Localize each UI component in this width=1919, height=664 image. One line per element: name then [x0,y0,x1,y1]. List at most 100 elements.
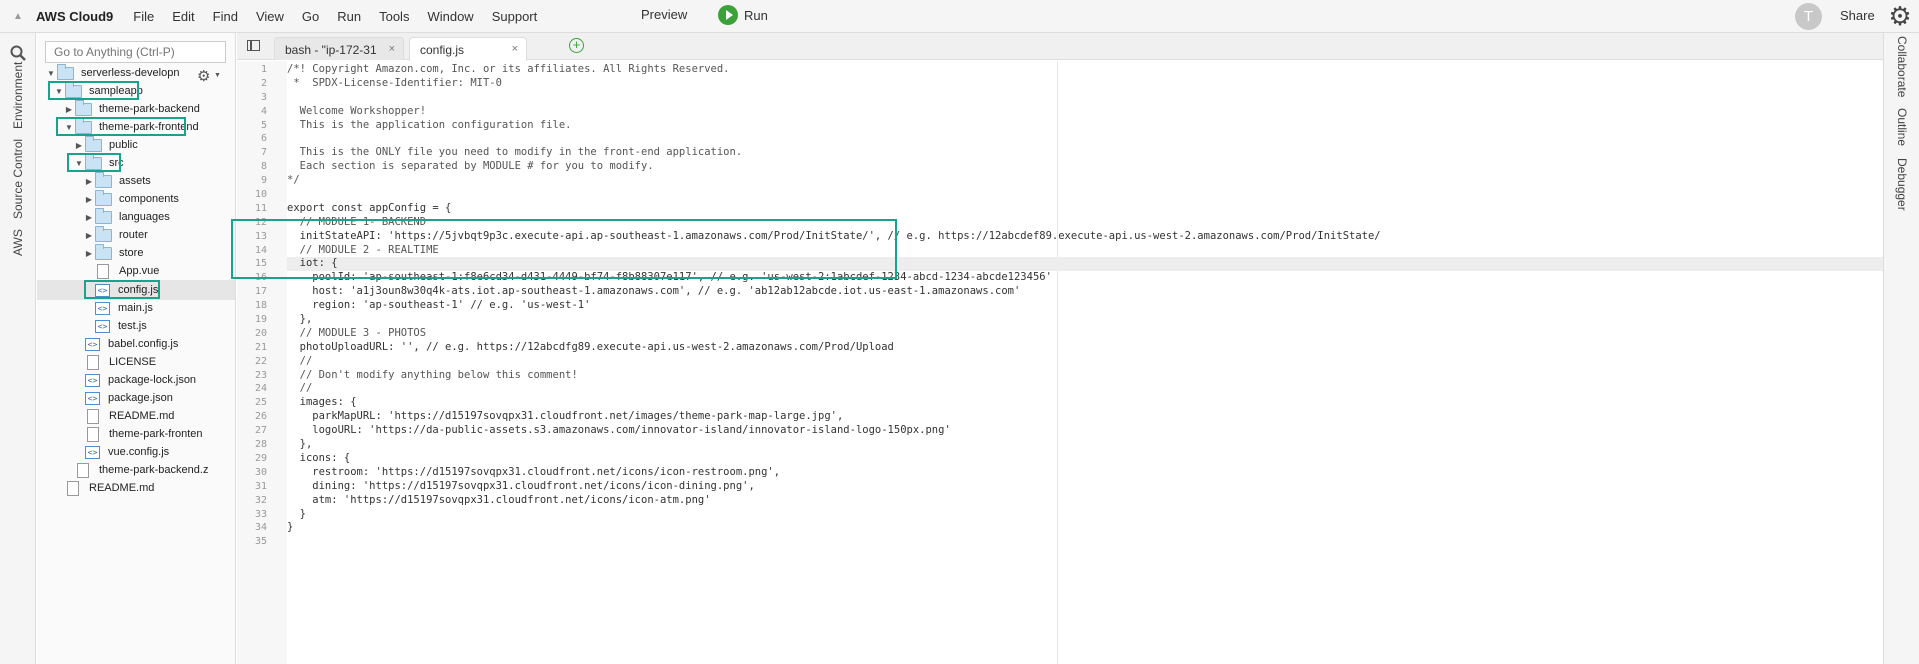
tab-bash-label: bash - "ip-172-31 [285,43,377,57]
tab-environment[interactable]: Environment [0,61,36,128]
menu-support[interactable]: Support [492,9,538,24]
chevron-right-icon[interactable]: ▶ [83,213,95,222]
menu-window[interactable]: Window [427,9,473,24]
highlight-box-theme-park-frontend [56,117,186,136]
menu-tools[interactable]: Tools [379,9,409,24]
tab-debugger[interactable]: Debugger [1884,158,1919,211]
chevron-down-icon[interactable]: ▼ [214,72,221,79]
chevron-right-icon[interactable]: ▶ [83,231,95,240]
tree-item-label: LICENSE [109,356,157,368]
tree-file[interactable]: theme-park-fronten [73,424,203,444]
menu-run[interactable]: Run [337,9,361,24]
code-line-text: // [287,382,313,395]
tree-file[interactable]: README.md [53,478,154,498]
chevron-right-icon[interactable]: ▶ [73,141,85,150]
line-number: 29 [254,452,267,464]
code-line-text: export const appConfig = { [287,201,452,214]
run-button[interactable]: Run [718,5,768,25]
tree-item-label: vue.config.js [108,446,170,458]
tree-file[interactable]: <> vue.config.js [73,442,169,462]
code-file-icon: <> [95,319,110,333]
menu-file[interactable]: File [133,9,154,24]
tree-file[interactable]: <> babel.config.js [73,334,178,354]
chevron-right-icon[interactable]: ▶ [63,105,75,114]
tab-config-js[interactable]: config.js × [409,37,527,61]
folder-icon [95,225,112,242]
line-number: 3 [260,91,267,103]
right-side-bar: Collaborate Outline Debugger [1883,33,1919,664]
code-line-text: icons: { [287,451,351,464]
tree-folder[interactable]: ▶ components [83,189,179,209]
code-file-icon: <> [85,391,100,405]
tree-folder[interactable]: ▶ store [83,243,143,263]
code-line-text: }, [287,313,313,326]
share-button[interactable]: Share [1840,8,1875,23]
tree-file[interactable]: <> package-lock.json [73,370,196,390]
tree-item-label: README.md [89,482,155,494]
highlight-box-iot-block [231,219,897,279]
avatar[interactable]: T [1795,3,1822,30]
tree-file[interactable]: README.md [73,406,174,426]
chevron-down-icon[interactable]: ▼ [45,69,57,78]
line-number: 22 [254,355,267,367]
tab-collaborate[interactable]: Collaborate [1884,36,1919,97]
tree-item-label: store [119,247,144,259]
line-number: 19 [254,314,267,326]
tree-file[interactable]: App.vue [83,261,159,281]
tree-folder[interactable]: ▶ languages [83,207,170,227]
file-tree-panel: ⚙ ▼ ▼serverless-developn▼sampleapp▶theme… [37,33,236,664]
brand-menu[interactable]: AWS Cloud9 [36,9,113,24]
preview-button[interactable]: Preview [641,7,687,22]
folder-icon [95,189,112,206]
file-icon [87,354,99,370]
tree-item-label: theme-park-backend [99,103,200,115]
menu-find[interactable]: Find [213,9,238,24]
preferences-gear-icon[interactable]: ⚙ [1886,2,1914,30]
close-icon[interactable]: × [389,43,395,55]
tree-folder[interactable]: ▶ router [83,225,148,245]
menu-edit[interactable]: Edit [172,9,194,24]
line-number: 33 [254,508,267,520]
chevron-right-icon[interactable]: ▶ [83,177,95,186]
line-number: 31 [254,480,267,492]
left-side-bar: Environment Source Control AWS [0,33,36,664]
chevron-right-icon[interactable]: ▶ [83,249,95,258]
go-to-anything-input[interactable] [45,41,226,63]
code-line-text: // Don't modify anything below this comm… [287,368,578,381]
code-line-text: }, [287,438,313,451]
tab-source-control[interactable]: Source Control [0,137,36,221]
code-line-text: photoUploadURL: '', // e.g. https://12ab… [287,340,894,353]
tree-file[interactable]: LICENSE [73,352,156,372]
file-icon [77,462,89,478]
tab-bash[interactable]: bash - "ip-172-31 × [274,37,404,60]
tree-item-label: package-lock.json [108,374,197,386]
code-line-text: */ [287,174,300,187]
tab-outline[interactable]: Outline [1884,108,1919,146]
toggle-tree-icon[interactable] [247,40,260,51]
menu-view[interactable]: View [256,9,284,24]
tree-item-label: test.js [118,320,147,332]
line-number: 30 [254,466,267,478]
code-editor[interactable]: 1 /*! Copyright Amazon.com, Inc. or its a… [231,61,1883,664]
chevron-right-icon[interactable]: ▶ [83,195,95,204]
menu-bar: ▲ AWS Cloud9 File Edit Find View Go Run … [0,0,1919,33]
menu-go[interactable]: Go [302,9,319,24]
tree-folder[interactable]: ▶ public [73,135,138,155]
collapse-menu-icon[interactable]: ▲ [0,11,36,22]
code-line-text: host: 'a1j3oun8w30q4k-ats.iot.ap-southea… [287,285,1021,298]
tree-file[interactable]: <> main.js [83,298,153,318]
tree-file[interactable]: <> package.json [73,388,173,408]
search-icon[interactable] [10,45,26,61]
line-number: 25 [254,397,267,409]
add-tab-icon[interactable]: + [569,38,584,53]
tree-folder[interactable]: ▶ theme-park-backend [63,99,200,119]
tab-aws[interactable]: AWS [0,228,36,258]
tree-folder[interactable]: ▼ serverless-developn [45,63,179,83]
tree-folder[interactable]: ▶ assets [83,171,151,191]
tree-file[interactable]: theme-park-backend.z [63,460,208,480]
tree-file[interactable]: <> test.js [83,316,147,336]
code-line-text: logoURL: 'https://da-public-assets.s3.am… [287,424,951,437]
tree-settings-gear-icon[interactable]: ⚙ [197,67,210,85]
close-icon[interactable]: × [512,43,518,55]
code-line-text: } [287,507,306,520]
